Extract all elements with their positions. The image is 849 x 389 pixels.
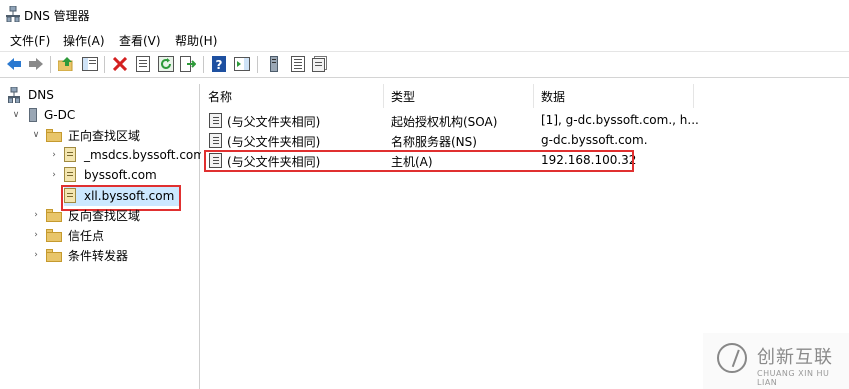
table-row[interactable]: (与父文件夹相同) 名称服务器(NS) g-dc.byssoft.com.: [201, 131, 849, 151]
toolbar-separator: [257, 56, 258, 73]
menu-file[interactable]: 文件(F): [10, 32, 50, 49]
forward-icon[interactable]: [28, 56, 44, 72]
chevron-right-icon[interactable]: ›: [30, 209, 42, 221]
record-type: 名称服务器(NS): [391, 135, 477, 149]
record-icon: [209, 133, 222, 148]
tree-label-server: G-DC: [44, 108, 76, 122]
window-title: DNS 管理器: [24, 9, 90, 23]
menu-help[interactable]: 帮助(H): [175, 32, 217, 49]
server-icon: [28, 107, 38, 123]
tree-node-conditional-forwarders[interactable]: › 条件转发器: [30, 246, 128, 264]
toolbar-separator: [203, 56, 204, 73]
table-row[interactable]: (与父文件夹相同) 起始授权机构(SOA) [1], g-dc.byssoft.…: [201, 111, 849, 131]
watermark-text-en: CHUANG XIN HU LIAN: [757, 369, 830, 387]
tree-label-zone: _msdcs.byssoft.com: [84, 148, 205, 162]
tree-node-zone-msdcs[interactable]: › _msdcs.byssoft.com: [48, 146, 205, 164]
tree-label-zone: byssoft.com: [84, 168, 157, 182]
dns-app-icon: [6, 5, 20, 23]
chevron-right-icon[interactable]: ›: [30, 229, 42, 241]
column-header-data[interactable]: 数据: [534, 84, 694, 108]
tree-label-reverse-zones: 反向查找区域: [68, 208, 141, 223]
zone-icon: [64, 167, 78, 183]
menu-bar: 文件(F) 操作(A) 查看(V) 帮助(H): [0, 28, 849, 50]
properties-icon[interactable]: [135, 56, 151, 72]
console-tree: DNS ∨ G-DC ∨ 正向查找区域 › _msdcs.byssoft.com…: [0, 84, 205, 389]
chevron-right-icon[interactable]: ›: [30, 249, 42, 261]
show-action-pane-icon[interactable]: [234, 56, 250, 72]
delete-icon[interactable]: [112, 56, 128, 72]
record-data: g-dc.byssoft.com.: [541, 133, 648, 147]
toolbar-separator: [104, 56, 105, 73]
annotation-highlight-box: [204, 150, 634, 172]
folder-icon: [46, 208, 62, 222]
tree-node-dns[interactable]: DNS: [8, 86, 54, 104]
folder-icon: [46, 128, 62, 142]
zone-icon: [64, 147, 78, 163]
tree-label-dns: DNS: [28, 88, 54, 102]
watermark-logo-icon: [717, 343, 747, 373]
watermark-text-cn: 创新互联: [757, 347, 833, 368]
chevron-right-icon[interactable]: ›: [48, 169, 60, 181]
record-icon: [209, 113, 222, 128]
help-icon[interactable]: ?: [211, 56, 227, 72]
tree-label-conditional-forwarders: 条件转发器: [68, 248, 129, 263]
up-folder-icon[interactable]: [58, 56, 74, 72]
chevron-down-icon[interactable]: ∨: [30, 129, 42, 141]
folder-icon: [46, 228, 62, 242]
tree-node-trust-points[interactable]: › 信任点: [30, 226, 104, 244]
zone-list-icon[interactable]: [290, 56, 306, 72]
tree-node-reverse-zones[interactable]: › 反向查找区域: [30, 206, 140, 224]
svg-text:?: ?: [216, 58, 223, 72]
show-hide-tree-icon[interactable]: [82, 56, 98, 72]
record-name: (与父文件夹相同): [227, 135, 321, 149]
export-list-icon[interactable]: [180, 56, 196, 72]
dns-root-icon: [8, 86, 20, 104]
record-name: (与父文件夹相同): [227, 115, 321, 129]
watermark: 创新互联 CHUANG XIN HU LIAN: [703, 333, 849, 389]
folder-icon: [46, 248, 62, 262]
toolbar: ?: [0, 51, 849, 78]
record-type: 起始授权机构(SOA): [391, 115, 498, 129]
record-data: [1], g-dc.byssoft.com., h...: [541, 113, 699, 127]
tree-node-server[interactable]: ∨ G-DC: [10, 106, 75, 124]
menu-view[interactable]: 查看(V): [119, 32, 161, 49]
chevron-down-icon[interactable]: ∨: [10, 109, 22, 121]
chevron-right-icon[interactable]: ›: [48, 149, 60, 161]
server-icon[interactable]: [266, 56, 282, 72]
column-header-name[interactable]: 名称: [201, 84, 384, 108]
record-icon[interactable]: [312, 56, 328, 72]
refresh-icon[interactable]: [158, 56, 174, 72]
back-icon[interactable]: [6, 56, 22, 72]
menu-action[interactable]: 操作(A): [63, 32, 105, 49]
title-bar: DNS 管理器: [0, 0, 849, 28]
toolbar-separator: [50, 56, 51, 73]
tree-node-zone-byssoft[interactable]: › byssoft.com: [48, 166, 157, 184]
tree-label-forward-zones: 正向查找区域: [68, 128, 141, 143]
tree-label-trust-points: 信任点: [68, 228, 105, 243]
column-header-type[interactable]: 类型: [384, 84, 534, 108]
tree-node-forward-zones[interactable]: ∨ 正向查找区域: [30, 126, 140, 144]
